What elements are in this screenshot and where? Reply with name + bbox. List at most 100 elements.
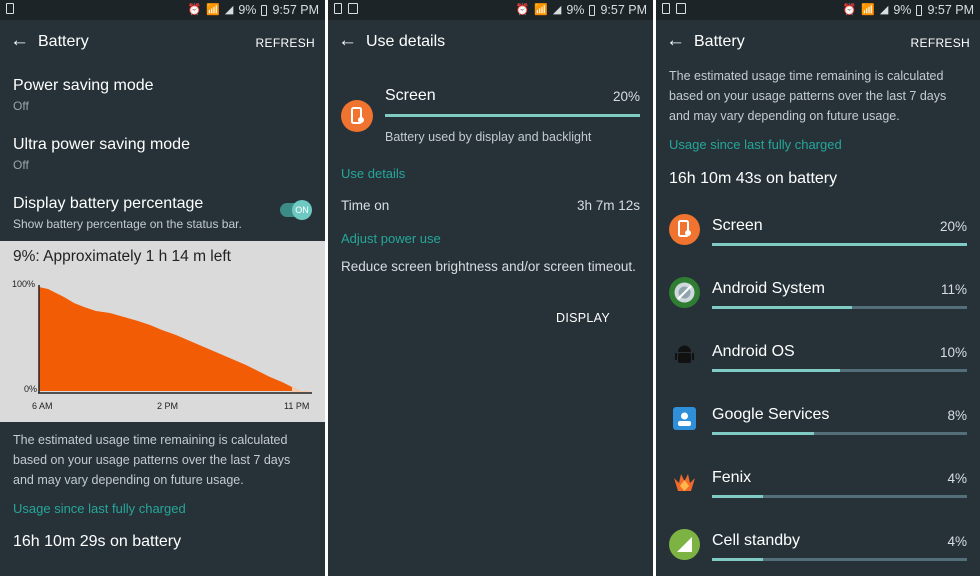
usage-item-name: Android OS xyxy=(712,343,795,360)
usage-item-bar-fill xyxy=(712,306,853,309)
usage-since-heading: Usage since last fully charged xyxy=(13,501,186,516)
app-name: Screen xyxy=(385,87,436,104)
refresh-button[interactable]: REFRESH xyxy=(911,36,970,50)
notification-icon xyxy=(662,3,670,14)
fenix-icon xyxy=(669,466,700,497)
app-bar: ← Battery REFRESH xyxy=(0,20,325,64)
time-on-battery: 16h 10m 29s on battery xyxy=(13,533,182,550)
phone-gear-glyph xyxy=(351,107,364,124)
battery-graph-card: 9%: Approximately 1 h 14 m left 100% 0% … xyxy=(0,241,325,422)
app-bar: ← Use details xyxy=(328,20,653,64)
app-usage-percent: 20% xyxy=(612,89,640,104)
battery-history-graph: 100% 0% 6 AM 2 PM 11 PM xyxy=(12,279,312,411)
screen-icon xyxy=(341,100,373,132)
setting-status: Off xyxy=(13,158,29,172)
usage-item-name: Android System xyxy=(712,280,825,297)
signal-icon: ◢ xyxy=(879,4,889,16)
battery-icon xyxy=(589,4,596,16)
setting-status: Off xyxy=(13,99,29,113)
google-services-icon xyxy=(669,403,700,434)
android-os-icon xyxy=(669,340,700,371)
usage-item-percent: 4% xyxy=(947,471,967,486)
app-usage-bar xyxy=(385,114,640,117)
alarm-icon: ⏰ xyxy=(515,4,530,16)
app-usage-description: Battery used by display and backlight xyxy=(385,130,592,144)
usage-list-item[interactable]: Android OS 10% xyxy=(656,339,980,389)
status-bar: ⏰ 📶 ◢ 9% 9:57 PM xyxy=(328,0,653,20)
adjust-power-text: Reduce screen brightness and/or screen t… xyxy=(341,259,636,274)
usage-item-bar xyxy=(712,306,967,309)
usage-item-bar xyxy=(712,558,967,561)
ultra-power-saving-mode-setting[interactable]: Ultra power saving mode Off xyxy=(13,136,315,172)
display-button[interactable]: DISPLAY xyxy=(556,311,610,325)
usage-item-bar-fill xyxy=(712,369,840,372)
use-details-panel: ⏰ 📶 ◢ 9% 9:57 PM ← Use details Screen 20… xyxy=(328,0,653,576)
x-axis-label-start: 6 AM xyxy=(32,401,53,411)
cell-standby-icon xyxy=(669,529,700,560)
usage-list-item[interactable]: Android System 11% xyxy=(656,276,980,326)
notification-icon xyxy=(6,3,14,14)
wifi-icon: 📶 xyxy=(534,4,548,16)
back-arrow-icon[interactable]: ← xyxy=(666,30,685,52)
back-arrow-icon[interactable]: ← xyxy=(10,30,29,52)
y-axis-top-label: 100% xyxy=(12,279,35,289)
screen-icon xyxy=(669,214,700,245)
battery-screen-panel: ⏰ 📶 ◢ 9% 9:57 PM ← Battery REFRESH Power… xyxy=(0,0,325,576)
x-axis-label-mid: 2 PM xyxy=(157,401,178,411)
usage-item-bar-fill xyxy=(712,558,763,561)
battery-percentage: 9% xyxy=(566,3,585,17)
page-title: Use details xyxy=(366,33,446,50)
setting-title: Display battery percentage xyxy=(13,195,204,212)
signal-icon: ◢ xyxy=(552,4,562,16)
alarm-icon: ⏰ xyxy=(842,4,857,16)
battery-icon xyxy=(916,4,923,16)
signal-icon: ◢ xyxy=(224,4,234,16)
usage-item-name: Fenix xyxy=(712,469,752,486)
status-bar: ⏰ 📶 ◢ 9% 9:57 PM xyxy=(0,0,325,20)
usage-item-percent: 20% xyxy=(939,219,967,234)
battery-icon xyxy=(261,4,268,16)
refresh-button[interactable]: REFRESH xyxy=(256,36,315,50)
usage-list-item[interactable]: Screen 20% xyxy=(656,213,980,263)
wifi-icon: 📶 xyxy=(206,4,220,16)
usage-item-name: Cell standby xyxy=(712,532,801,549)
usage-since-heading: Usage since last fully charged xyxy=(669,137,842,152)
usage-item-bar xyxy=(712,495,967,498)
use-details-heading: Use details xyxy=(341,166,406,181)
time-on-value: 3h 7m 12s xyxy=(576,198,640,213)
clock: 9:57 PM xyxy=(927,3,974,17)
toggle-knob: ON xyxy=(292,200,312,220)
image-notification-icon xyxy=(348,3,358,14)
usage-estimate-description: The estimated usage time remaining is ca… xyxy=(13,433,291,487)
usage-list-item[interactable]: Google Services 8% xyxy=(656,402,980,452)
usage-item-percent: 10% xyxy=(939,345,967,360)
usage-list-item[interactable]: Cell standby 4% xyxy=(656,528,980,576)
usage-item-bar-fill xyxy=(712,432,814,435)
status-bar: ⏰ 📶 ◢ 9% 9:57 PM xyxy=(656,0,980,20)
clock: 9:57 PM xyxy=(600,3,647,17)
usage-item-bar xyxy=(712,432,967,435)
usage-item-bar xyxy=(712,369,967,372)
battery-percentage: 9% xyxy=(238,3,257,17)
battery-percentage: 9% xyxy=(893,3,912,17)
notification-icon xyxy=(334,3,342,14)
setting-title: Power saving mode xyxy=(13,77,154,94)
display-battery-percentage-setting[interactable]: Display battery percentage Show battery … xyxy=(13,195,265,231)
power-saving-mode-setting[interactable]: Power saving mode Off xyxy=(13,77,315,113)
adjust-power-use-heading: Adjust power use xyxy=(341,231,441,246)
y-axis-bottom-label: 0% xyxy=(24,384,37,394)
predicted-level-area xyxy=(292,387,310,393)
alarm-icon: ⏰ xyxy=(187,4,202,16)
back-arrow-icon[interactable]: ← xyxy=(338,30,357,52)
time-on-battery: 16h 10m 43s on battery xyxy=(669,170,838,187)
clock: 9:57 PM xyxy=(272,3,319,17)
usage-estimate-description: The estimated usage time remaining is ca… xyxy=(669,69,947,123)
battery-percentage-toggle[interactable]: ON xyxy=(280,200,312,220)
image-notification-icon xyxy=(676,3,686,14)
usage-list-item[interactable]: Fenix 4% xyxy=(656,465,980,515)
app-bar: ← Battery REFRESH xyxy=(656,20,980,64)
wifi-icon: 📶 xyxy=(861,4,875,16)
usage-item-percent: 11% xyxy=(940,282,967,297)
time-on-row: Time on 3h 7m 12s xyxy=(341,198,640,213)
usage-item-bar-fill xyxy=(712,243,967,246)
